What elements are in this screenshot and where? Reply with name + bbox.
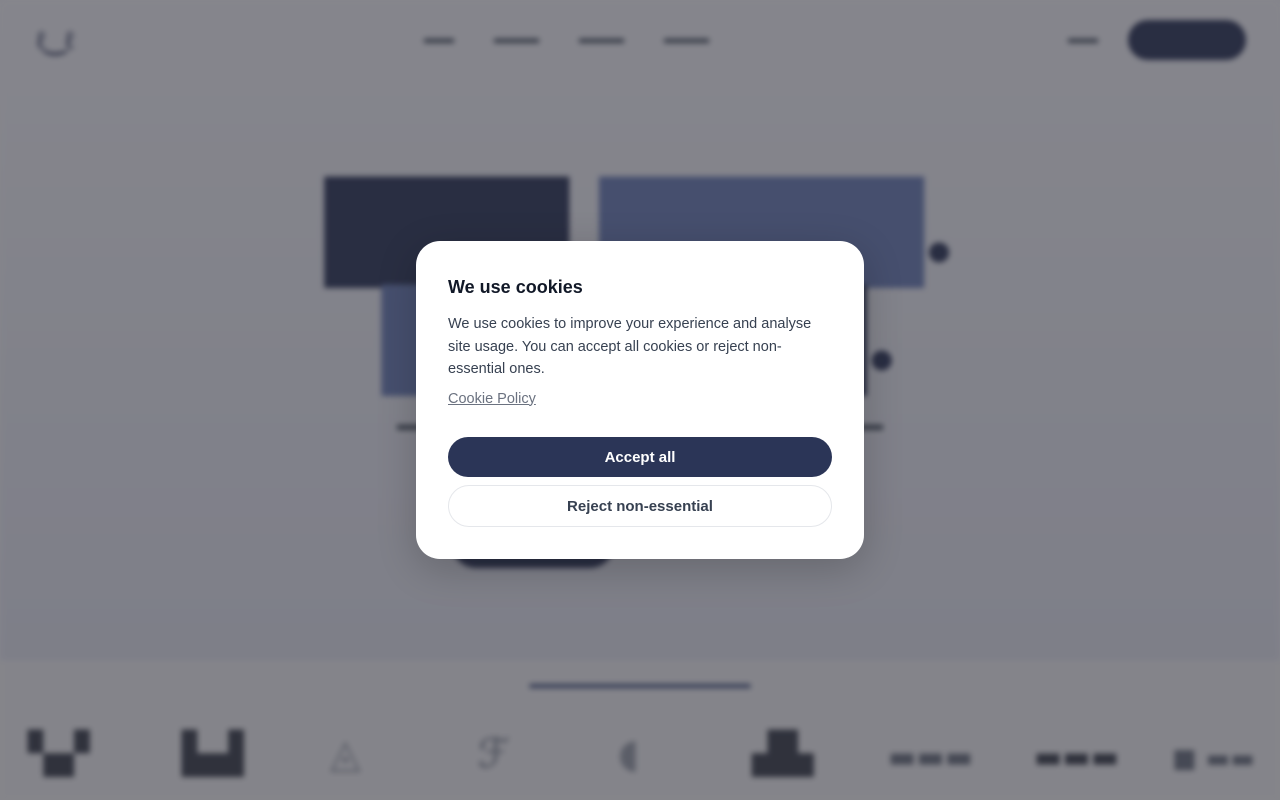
reject-non-essential-button[interactable]: Reject non-essential	[448, 485, 832, 527]
cookie-consent-dialog: We use cookies We use cookies to improve…	[416, 241, 864, 559]
cookie-dialog-title: We use cookies	[448, 277, 583, 297]
cookie-dialog-description: We use cookies to improve your experienc…	[448, 316, 812, 377]
accept-all-button[interactable]: Accept all	[448, 437, 832, 477]
cookie-policy-link[interactable]: Cookie Policy	[448, 391, 536, 407]
